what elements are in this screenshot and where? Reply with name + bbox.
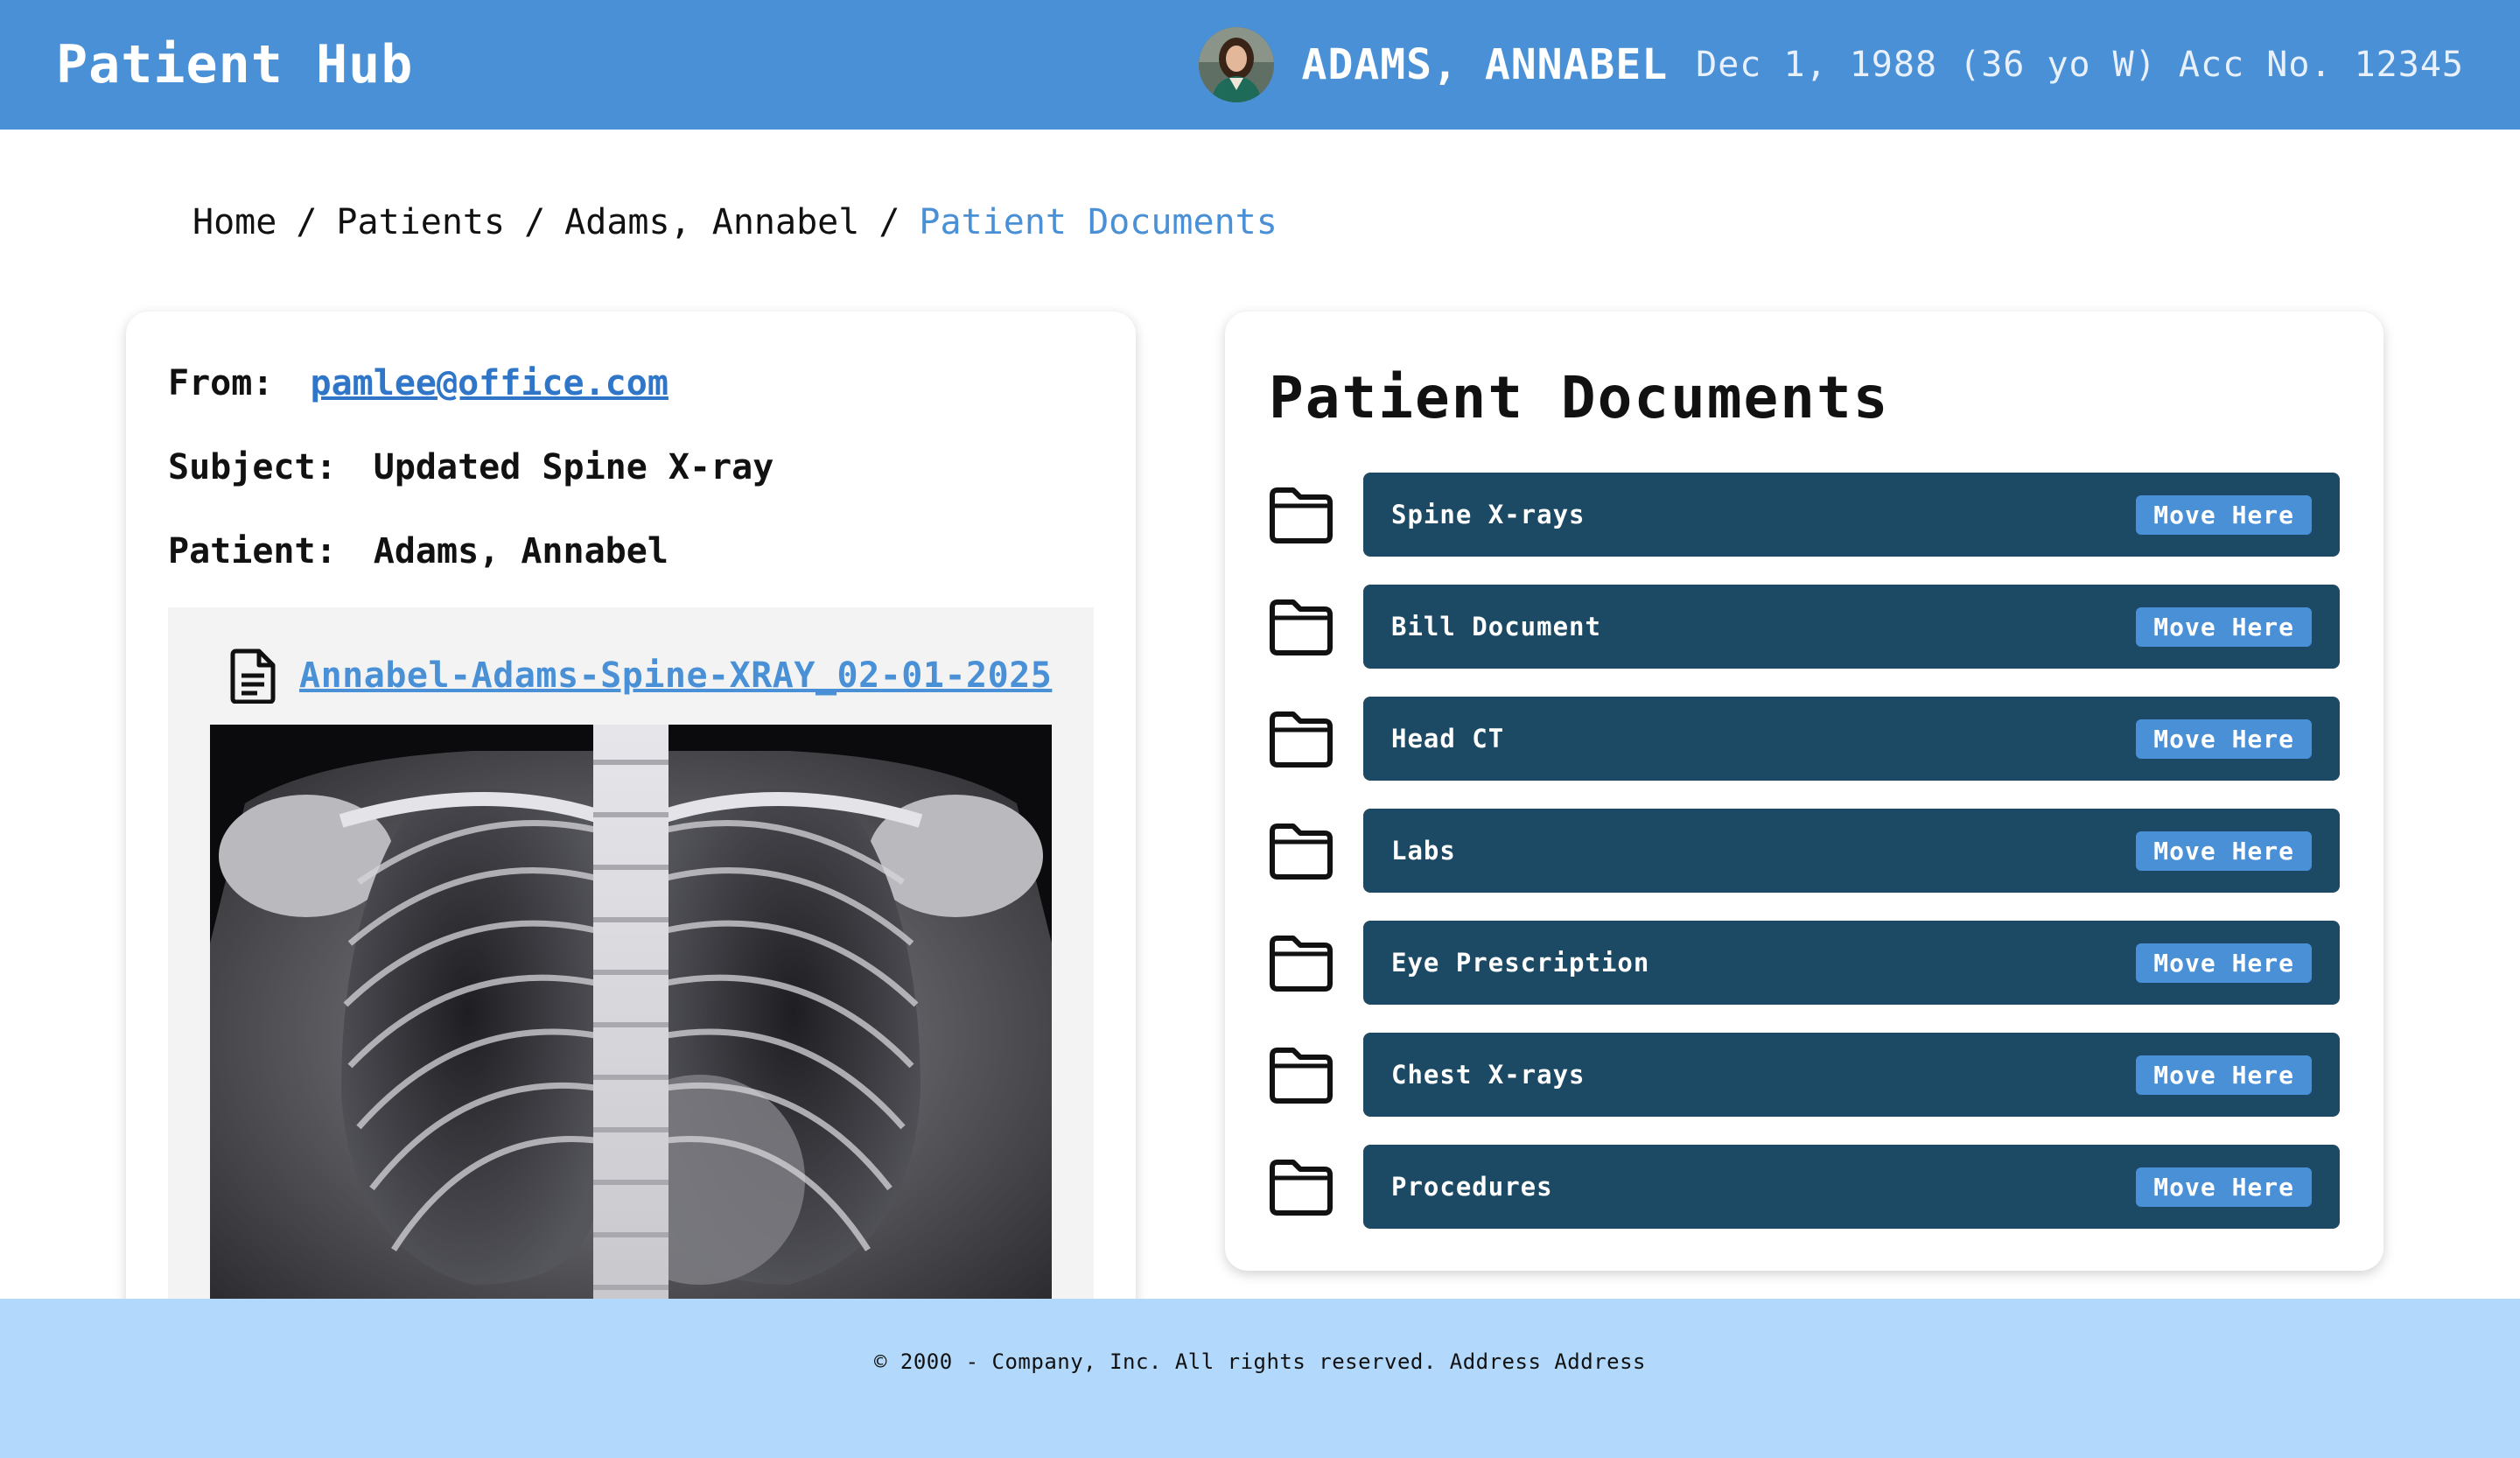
- email-patient-row: Patient: Adams, Annabel: [168, 527, 668, 576]
- folder-name: Bill Document: [1391, 612, 1601, 641]
- patient-name: ADAMS, ANNABEL: [1301, 40, 1669, 89]
- footer-copyright: © 2000 - Company, Inc. All rights reserv…: [873, 1349, 1646, 1374]
- folder-bill-document[interactable]: Bill Document Move Here: [1363, 585, 2340, 669]
- folder-icon: [1270, 936, 1333, 992]
- page-footer: © 2000 - Company, Inc. All rights reserv…: [0, 1299, 2520, 1458]
- breadcrumb-patient[interactable]: Adams, Annabel: [564, 198, 859, 247]
- breadcrumb-patients[interactable]: Patients: [336, 198, 505, 247]
- folder-row: Labs Move Here: [1267, 809, 2342, 893]
- breadcrumb: Home / Patients / Adams, Annabel / Patie…: [192, 198, 1278, 247]
- move-here-button[interactable]: Move Here: [2136, 943, 2312, 983]
- folder-name: Procedures: [1391, 1172, 1553, 1202]
- attachment-header: Annabel-Adams-Spine-XRAY_02-01-2025: [229, 648, 1052, 704]
- subject-label: Subject:: [168, 447, 337, 487]
- folder-icon: [1270, 487, 1333, 543]
- folder-icon: [1270, 824, 1333, 880]
- document-icon: [230, 648, 276, 704]
- patient-banner: ADAMS, ANNABEL Dec 1, 1988 (36 yo W) Acc…: [1198, 26, 2464, 103]
- from-label: From:: [168, 363, 274, 403]
- breadcrumb-separator: /: [296, 202, 318, 242]
- breadcrumb-home[interactable]: Home: [192, 198, 276, 247]
- folder-icon: [1270, 599, 1333, 655]
- breadcrumb-separator: /: [524, 202, 546, 242]
- folder-row: Spine X-rays Move Here: [1267, 473, 2342, 557]
- documents-title: Patient Documents: [1269, 364, 1890, 431]
- folder-row: Procedures Move Here: [1267, 1145, 2342, 1229]
- email-from-row: From: pamlee@office.com: [168, 359, 668, 408]
- folder-labs[interactable]: Labs Move Here: [1363, 809, 2340, 893]
- email-subject-row: Subject: Updated Spine X-ray: [168, 443, 774, 492]
- folder-row: Bill Document Move Here: [1267, 585, 2342, 669]
- app-header: Patient Hub ADAMS, ANNABEL Dec 1, 1988 (…: [0, 0, 2520, 130]
- move-here-button[interactable]: Move Here: [2136, 831, 2312, 871]
- patient-label: Patient:: [168, 531, 337, 571]
- folder-name: Labs: [1391, 836, 1456, 866]
- move-here-button[interactable]: Move Here: [2136, 718, 2312, 759]
- email-card: From: pamlee@office.com Subject: Updated…: [126, 312, 1136, 1318]
- folder-row: Chest X-rays Move Here: [1267, 1033, 2342, 1117]
- folder-chest-xrays[interactable]: Chest X-rays Move Here: [1363, 1033, 2340, 1117]
- folder-name: Spine X-rays: [1391, 500, 1586, 529]
- breadcrumb-current: Patient Documents: [919, 202, 1278, 242]
- subject-value: Updated Spine X-ray: [373, 447, 774, 487]
- move-here-button[interactable]: Move Here: [2136, 1167, 2312, 1207]
- folder-head-ct[interactable]: Head CT Move Here: [1363, 697, 2340, 781]
- folder-row: Eye Prescription Move Here: [1267, 921, 2342, 1005]
- from-email-link[interactable]: pamlee@office.com: [311, 363, 668, 403]
- patient-value: Adams, Annabel: [373, 531, 668, 571]
- folder-row: Head CT Move Here: [1267, 697, 2342, 781]
- move-here-button[interactable]: Move Here: [2136, 1055, 2312, 1095]
- xray-image: [210, 725, 1052, 1318]
- move-here-button[interactable]: Move Here: [2136, 606, 2312, 647]
- folder-name: Head CT: [1391, 724, 1505, 754]
- folder-icon: [1270, 1048, 1333, 1104]
- folder-procedures[interactable]: Procedures Move Here: [1363, 1145, 2340, 1229]
- patient-info: Dec 1, 1988 (36 yo W) Acc No. 12345: [1696, 45, 2464, 85]
- documents-card: Patient Documents Spine X-rays Move Here…: [1225, 312, 2384, 1271]
- folder-name: Eye Prescription: [1391, 948, 1650, 978]
- attachment-link[interactable]: Annabel-Adams-Spine-XRAY_02-01-2025: [299, 655, 1052, 696]
- folder-icon: [1270, 1160, 1333, 1216]
- folder-eye-prescription[interactable]: Eye Prescription Move Here: [1363, 921, 2340, 1005]
- move-here-button[interactable]: Move Here: [2136, 494, 2312, 535]
- attachment-panel[interactable]: Annabel-Adams-Spine-XRAY_02-01-2025: [168, 607, 1094, 1318]
- app-title[interactable]: Patient Hub: [56, 33, 413, 96]
- patient-avatar: [1198, 27, 1274, 102]
- breadcrumb-separator: /: [878, 202, 900, 242]
- folder-icon: [1270, 711, 1333, 768]
- folder-spine-xrays[interactable]: Spine X-rays Move Here: [1363, 473, 2340, 557]
- folder-name: Chest X-rays: [1391, 1060, 1586, 1090]
